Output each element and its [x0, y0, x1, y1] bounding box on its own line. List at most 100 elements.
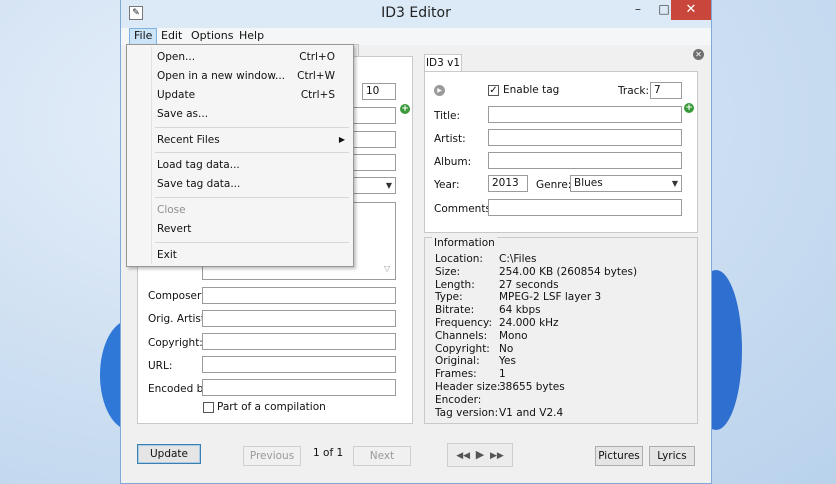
previous-button[interactable]: Previous	[243, 446, 301, 466]
url-label: URL:	[148, 360, 173, 372]
copyright-label: Copyright:	[148, 337, 203, 349]
close-window-button[interactable]: ✕	[671, 0, 711, 20]
info-key: Encoder:	[435, 393, 482, 406]
info-key: Size:	[435, 265, 461, 278]
info-key: Type:	[435, 291, 463, 304]
next-button[interactable]: Next	[353, 446, 411, 466]
title-field[interactable]	[488, 106, 682, 123]
file-menu-dropdown: Open... Ctrl+O Open in a new window... Ctr…	[126, 44, 354, 267]
artist-label: Artist:	[434, 133, 466, 145]
album-field[interactable]	[488, 152, 682, 169]
play-icon[interactable]: ▶	[476, 448, 484, 461]
info-key: Copyright:	[435, 342, 490, 355]
menu-item-open[interactable]: Open... Ctrl+O	[157, 48, 347, 66]
chevron-down-icon: ▼	[385, 181, 392, 190]
year-field[interactable]: 2013	[488, 175, 528, 192]
info-value: MPEG-2 LSF layer 3	[499, 291, 602, 304]
track-label: Track:	[618, 85, 650, 97]
chevron-right-icon: ▶	[338, 135, 345, 144]
info-value: 64 kbps	[499, 304, 541, 317]
orig-artist-label: Orig. Artist:	[148, 313, 209, 325]
genre-select[interactable]: Blues ▼	[570, 175, 682, 192]
info-value: 254.00 KB (260854 bytes)	[499, 265, 638, 278]
menu-separator	[155, 197, 349, 198]
menu-item-save-as[interactable]: Save as...	[157, 105, 347, 123]
comments-label: Comments:	[434, 203, 495, 215]
info-key: Length:	[435, 278, 475, 291]
chevron-down-icon[interactable]: ▽	[384, 264, 390, 273]
id3v1-panel: ▶ ✓ Enable tag Track: 7 + Title: Artist:…	[424, 71, 698, 233]
info-key: Location:	[435, 253, 483, 265]
information-title: Information	[432, 237, 497, 249]
artist-field[interactable]	[488, 129, 682, 146]
lyrics-button[interactable]: Lyrics	[649, 446, 695, 466]
info-value: 38655 bytes	[499, 381, 565, 393]
year-label: Year:	[434, 179, 460, 191]
url-field[interactable]	[202, 356, 396, 373]
menu-file[interactable]: File	[129, 28, 158, 45]
composer-label: Composer:	[148, 290, 205, 302]
update-button[interactable]: Update	[137, 444, 201, 464]
menu-item-update[interactable]: Update Ctrl+S	[157, 86, 347, 104]
menu-item-load-tag[interactable]: Load tag data...	[157, 156, 347, 174]
info-key: Frames:	[435, 368, 477, 381]
info-key: Header size:	[435, 381, 501, 393]
v2-track-field[interactable]: 10	[362, 83, 396, 100]
track-field[interactable]: 7	[650, 82, 682, 99]
info-key: Frequency:	[435, 317, 493, 329]
info-value: C:\Files	[499, 253, 537, 265]
compilation-checkbox[interactable]	[203, 402, 214, 413]
tab-id3v1[interactable]: ID3 v1	[424, 54, 462, 72]
info-value: No	[499, 342, 514, 355]
comments-field[interactable]	[488, 199, 682, 216]
composer-field[interactable]	[202, 287, 396, 304]
info-key: Bitrate:	[435, 304, 475, 317]
fast-forward-icon[interactable]: ▶▶	[490, 451, 504, 461]
page-indicator: 1 of 1	[313, 447, 344, 459]
album-label: Album:	[434, 156, 472, 168]
close-icon[interactable]: ✕	[693, 49, 704, 60]
enable-tag-checkbox[interactable]: ✓	[488, 85, 499, 96]
genre-label: Genre:	[536, 179, 572, 191]
info-key: Channels:	[435, 329, 488, 342]
info-value: 1	[499, 368, 506, 381]
information-group: Information Location: C:\Files Size: 254.00…	[424, 237, 698, 424]
menu-item-revert[interactable]: Revert	[157, 220, 347, 238]
pictures-button[interactable]: Pictures	[595, 446, 643, 466]
info-key: Original:	[435, 355, 480, 368]
minimize-button[interactable]: –	[625, 0, 651, 20]
info-value: Yes	[499, 355, 516, 368]
play-icon[interactable]: ▶	[434, 85, 445, 96]
menu-item-recent-files[interactable]: Recent Files ▶	[157, 131, 347, 149]
encoded-by-field[interactable]	[202, 379, 396, 396]
window-title: ID3 Editor	[381, 5, 451, 21]
genre-value: Blues	[574, 177, 603, 189]
chevron-down-icon: ▼	[671, 179, 678, 188]
menu-gutter	[151, 47, 152, 264]
menu-item-close[interactable]: Close	[157, 201, 347, 219]
menu-item-open-new-window[interactable]: Open in a new window... Ctrl+W	[157, 67, 347, 85]
menu-separator	[155, 242, 349, 243]
rewind-icon[interactable]: ◀◀	[456, 451, 470, 461]
menu-help[interactable]: Help	[235, 28, 268, 45]
title-bar: ✎ ID3 Editor – □ ✕	[121, 0, 711, 28]
menu-bar: File Edit Options Help	[121, 28, 711, 45]
compilation-label: Part of a compilation	[217, 401, 326, 413]
title-label: Title:	[434, 110, 461, 122]
menu-edit[interactable]: Edit	[157, 28, 186, 45]
info-value: Mono	[499, 329, 528, 342]
menu-item-exit[interactable]: Exit	[157, 246, 347, 264]
info-value: V1 and V2.4	[499, 406, 564, 419]
enable-tag-label: Enable tag	[503, 84, 560, 96]
menu-options[interactable]: Options	[187, 28, 237, 45]
info-key: Tag version:	[435, 406, 499, 419]
menu-item-save-tag[interactable]: Save tag data...	[157, 175, 347, 193]
menu-separator	[155, 152, 349, 153]
playback-controls: ◀◀ ▶ ▶▶	[447, 443, 513, 467]
add-icon[interactable]: +	[400, 104, 410, 114]
menu-separator	[155, 127, 349, 128]
info-value: 27 seconds	[499, 278, 559, 291]
copyright-field[interactable]	[202, 333, 396, 350]
add-icon[interactable]: +	[684, 103, 694, 113]
orig-artist-field[interactable]	[202, 310, 396, 327]
